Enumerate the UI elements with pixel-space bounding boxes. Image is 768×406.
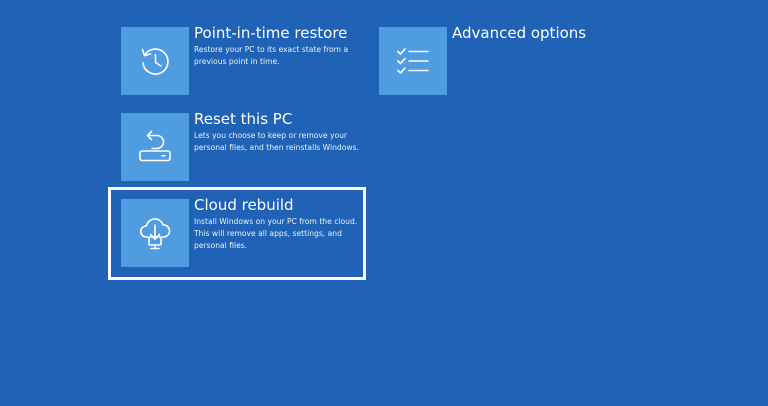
advanced-options-option[interactable]: Advanced options: [379, 24, 587, 95]
clock-restore-icon: [121, 27, 189, 95]
option-description: Install Windows on your PC from the clou…: [194, 217, 358, 250]
point-in-time-restore-option[interactable]: Point-in-time restore Restore your PC to…: [121, 24, 362, 95]
option-title: Point-in-time restore: [194, 24, 348, 42]
option-description: Restore your PC to its exact state from …: [194, 45, 349, 66]
option-title: Reset this PC: [194, 110, 293, 128]
option-description: Lets you choose to keep or remove your p…: [194, 131, 359, 152]
cloud-rebuild-option[interactable]: Cloud rebuild Install Windows on your PC…: [121, 196, 362, 267]
reset-this-pc-option[interactable]: Reset this PC Lets you choose to keep or…: [121, 110, 362, 181]
checklist-icon: [379, 27, 447, 95]
option-title: Cloud rebuild: [194, 196, 294, 214]
cloud-download-icon: [121, 199, 189, 267]
reset-pc-icon: [121, 113, 189, 181]
option-title: Advanced options: [452, 24, 587, 42]
